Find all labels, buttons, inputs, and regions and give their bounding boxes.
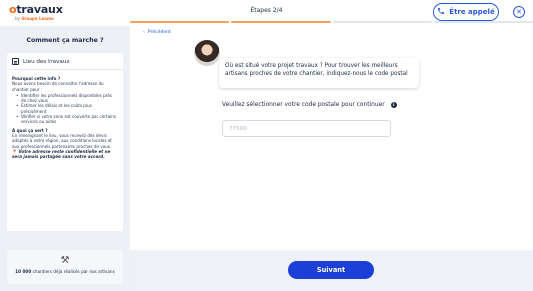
question-bubble: Où est situé votre projet travaux ? Pour…	[219, 58, 419, 88]
advisor-avatar	[194, 40, 220, 66]
next-button[interactable]: Suivant	[288, 261, 374, 279]
info-card-body: Pourquoi cette info ? Nous avons besoin …	[7, 70, 123, 163]
list-item: Vérifier si votre zone est couverte par …	[16, 114, 118, 125]
postal-field-label: Veuillez sélectionner votre code postale…	[222, 102, 385, 108]
field-label-row: Veuillez sélectionner votre code postale…	[222, 102, 397, 108]
why-text: Nous avons besoin de connaître l'adresse…	[12, 81, 104, 92]
chevron-left-icon: ‹	[143, 30, 145, 35]
call-me-button[interactable]: Être appelé	[433, 3, 499, 21]
close-icon[interactable]: ✕	[513, 6, 525, 18]
info-icon[interactable]: i	[390, 102, 397, 108]
help-sidebar: Comment ça marche ? Lieu des travaux Pou…	[0, 26, 130, 291]
progress-segment-3	[332, 21, 432, 23]
postal-code-input[interactable]	[222, 120, 391, 137]
reasons-list: Identifier les professionnels disponible…	[12, 93, 118, 125]
pin-icon: 📍	[12, 148, 18, 154]
back-link[interactable]: ‹ Précédent	[143, 30, 171, 35]
progress-segment-4	[433, 21, 533, 23]
info-card-title: Lieu des travaux	[23, 58, 70, 65]
progress-segment-1	[130, 21, 230, 23]
stats-text: 10 000 chantiers déjà réalisés par nos a…	[15, 269, 115, 274]
list-item: Estimer les délais et les coûts plus pré…	[16, 103, 118, 114]
sidebar-title: Comment ça marche ?	[26, 37, 104, 44]
purpose-text: En renseignant le lieu, vous recevez des…	[12, 132, 112, 149]
info-card: Lieu des travaux Pourquoi cette info ? N…	[7, 53, 123, 231]
document-icon	[12, 58, 19, 65]
call-me-label: Être appelé	[449, 8, 495, 16]
progress-bar	[130, 21, 533, 23]
info-card-header: Lieu des travaux	[7, 53, 123, 70]
tools-icon: ⚒	[60, 255, 70, 266]
privacy-note: 📍 Votre adresse reste confidentielle et …	[12, 148, 111, 160]
progress-segment-2	[231, 21, 331, 23]
list-item: Identifier les professionnels disponible…	[16, 93, 118, 104]
footer-bar: Suivant	[130, 250, 533, 291]
stats-card: ⚒ 10 000 chantiers déjà réalisés par nos…	[7, 250, 123, 284]
phone-icon	[437, 7, 445, 17]
logo-subtitle: by Groupe Leamo	[15, 16, 54, 21]
